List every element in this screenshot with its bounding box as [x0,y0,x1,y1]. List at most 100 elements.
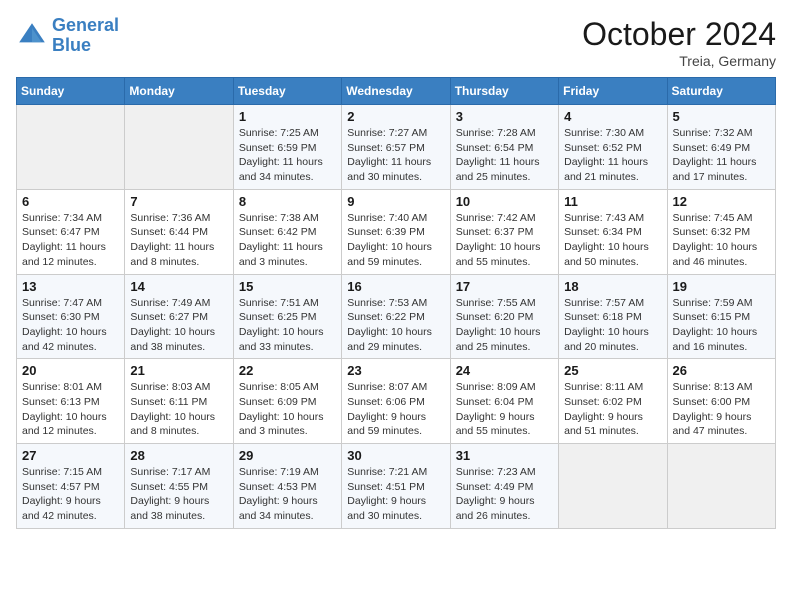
calendar-cell: 11Sunrise: 7:43 AM Sunset: 6:34 PM Dayli… [559,189,667,274]
day-info: Sunrise: 7:21 AM Sunset: 4:51 PM Dayligh… [347,465,444,524]
calendar-cell: 10Sunrise: 7:42 AM Sunset: 6:37 PM Dayli… [450,189,558,274]
calendar-cell: 19 Sunrise: 7:59 AM Sunset: 6:15 PM Dayli… [667,274,775,359]
calendar-cell: 14Sunrise: 7:49 AM Sunset: 6:27 PM Dayli… [125,274,233,359]
day-number: 3 [456,109,553,124]
calendar-cell: 28 Sunrise: 7:17 AM Sunset: 4:55 PM Dayli… [125,444,233,529]
calendar-cell: 22Sunrise: 8:05 AM Sunset: 6:09 PM Dayli… [233,359,341,444]
calendar-cell: 13 Sunrise: 7:47 AM Sunset: 6:30 PM Dayli… [17,274,125,359]
calendar-cell: 12 Sunrise: 7:45 AM Sunset: 6:32 PM Dayli… [667,189,775,274]
calendar-cell: 26Sunrise: 8:13 AM Sunset: 6:00 PM Dayli… [667,359,775,444]
day-info: Sunrise: 7:55 AM Sunset: 6:20 PM Dayligh… [456,296,553,355]
day-info: Sunrise: 8:03 AM Sunset: 6:11 PM Dayligh… [130,380,227,439]
day-number: 20 [22,363,119,378]
logo-icon [16,20,48,52]
day-info: Sunrise: 7:57 AM Sunset: 6:18 PM Dayligh… [564,296,661,355]
day-number: 25 [564,363,661,378]
day-number: 17 [456,279,553,294]
day-number: 27 [22,448,119,463]
day-info: Sunrise: 7:28 AM Sunset: 6:54 PM Dayligh… [456,126,553,185]
logo-text: General Blue [52,16,119,56]
day-info: Sunrise: 7:42 AM Sunset: 6:37 PM Dayligh… [456,211,553,270]
calendar-cell [17,105,125,190]
day-number: 19 [673,279,770,294]
day-header-friday: Friday [559,78,667,105]
calendar-cell [667,444,775,529]
day-info: Sunrise: 7:25 AM Sunset: 6:59 PM Dayligh… [239,126,336,185]
calendar-cell [559,444,667,529]
day-info: Sunrise: 7:51 AM Sunset: 6:25 PM Dayligh… [239,296,336,355]
day-info: Sunrise: 7:40 AM Sunset: 6:39 PM Dayligh… [347,211,444,270]
calendar-cell: 2 Sunrise: 7:27 AM Sunset: 6:57 PM Daylig… [342,105,450,190]
calendar-table: SundayMondayTuesdayWednesdayThursdayFrid… [16,77,776,529]
day-number: 26 [673,363,770,378]
day-number: 9 [347,194,444,209]
day-number: 30 [347,448,444,463]
week-row-2: 6 Sunrise: 7:34 AM Sunset: 6:47 PM Daylig… [17,189,776,274]
day-number: 15 [239,279,336,294]
day-header-sunday: Sunday [17,78,125,105]
day-number: 18 [564,279,661,294]
calendar-cell: 23Sunrise: 8:07 AM Sunset: 6:06 PM Dayli… [342,359,450,444]
day-info: Sunrise: 8:07 AM Sunset: 6:06 PM Dayligh… [347,380,444,439]
calendar-cell: 25 Sunrise: 8:11 AM Sunset: 6:02 PM Dayli… [559,359,667,444]
calendar-cell: 1 Sunrise: 7:25 AM Sunset: 6:59 PM Daylig… [233,105,341,190]
calendar-cell: 29 Sunrise: 7:19 AM Sunset: 4:53 PM Dayli… [233,444,341,529]
day-number: 4 [564,109,661,124]
day-number: 16 [347,279,444,294]
days-header-row: SundayMondayTuesdayWednesdayThursdayFrid… [17,78,776,105]
day-number: 1 [239,109,336,124]
calendar-cell: 5Sunrise: 7:32 AM Sunset: 6:49 PM Daylig… [667,105,775,190]
day-info: Sunrise: 7:23 AM Sunset: 4:49 PM Dayligh… [456,465,553,524]
day-header-tuesday: Tuesday [233,78,341,105]
calendar-cell: 31Sunrise: 7:23 AM Sunset: 4:49 PM Dayli… [450,444,558,529]
calendar-cell: 24 Sunrise: 8:09 AM Sunset: 6:04 PM Dayli… [450,359,558,444]
day-number: 24 [456,363,553,378]
day-info: Sunrise: 8:09 AM Sunset: 6:04 PM Dayligh… [456,380,553,439]
day-info: Sunrise: 7:59 AM Sunset: 6:15 PM Dayligh… [673,296,770,355]
day-number: 6 [22,194,119,209]
calendar-cell: 3 Sunrise: 7:28 AM Sunset: 6:54 PM Daylig… [450,105,558,190]
page-header: General Blue October 2024 Treia, Germany [16,16,776,69]
day-info: Sunrise: 7:45 AM Sunset: 6:32 PM Dayligh… [673,211,770,270]
calendar-cell: 7 Sunrise: 7:36 AM Sunset: 6:44 PM Daylig… [125,189,233,274]
day-info: Sunrise: 7:27 AM Sunset: 6:57 PM Dayligh… [347,126,444,185]
title-block: October 2024 Treia, Germany [582,16,776,69]
day-info: Sunrise: 7:30 AM Sunset: 6:52 PM Dayligh… [564,126,661,185]
day-number: 28 [130,448,227,463]
calendar-cell: 18 Sunrise: 7:57 AM Sunset: 6:18 PM Dayli… [559,274,667,359]
day-number: 2 [347,109,444,124]
day-number: 29 [239,448,336,463]
month-title: October 2024 [582,16,776,53]
logo: General Blue [16,16,119,56]
day-info: Sunrise: 7:47 AM Sunset: 6:30 PM Dayligh… [22,296,119,355]
day-info: Sunrise: 7:19 AM Sunset: 4:53 PM Dayligh… [239,465,336,524]
day-number: 7 [130,194,227,209]
day-number: 13 [22,279,119,294]
day-number: 11 [564,194,661,209]
week-row-4: 20 Sunrise: 8:01 AM Sunset: 6:13 PM Dayli… [17,359,776,444]
day-header-monday: Monday [125,78,233,105]
day-info: Sunrise: 7:36 AM Sunset: 6:44 PM Dayligh… [130,211,227,270]
calendar-cell: 8Sunrise: 7:38 AM Sunset: 6:42 PM Daylig… [233,189,341,274]
calendar-cell: 4 Sunrise: 7:30 AM Sunset: 6:52 PM Daylig… [559,105,667,190]
day-number: 8 [239,194,336,209]
week-row-5: 27 Sunrise: 7:15 AM Sunset: 4:57 PM Dayli… [17,444,776,529]
day-info: Sunrise: 7:49 AM Sunset: 6:27 PM Dayligh… [130,296,227,355]
logo-line2: Blue [52,35,91,55]
location-subtitle: Treia, Germany [582,53,776,69]
week-row-1: 1 Sunrise: 7:25 AM Sunset: 6:59 PM Daylig… [17,105,776,190]
day-number: 22 [239,363,336,378]
day-info: Sunrise: 7:17 AM Sunset: 4:55 PM Dayligh… [130,465,227,524]
calendar-cell: 20 Sunrise: 8:01 AM Sunset: 6:13 PM Dayli… [17,359,125,444]
calendar-cell: 21 Sunrise: 8:03 AM Sunset: 6:11 PM Dayli… [125,359,233,444]
day-number: 21 [130,363,227,378]
calendar-cell: 6 Sunrise: 7:34 AM Sunset: 6:47 PM Daylig… [17,189,125,274]
day-info: Sunrise: 7:34 AM Sunset: 6:47 PM Dayligh… [22,211,119,270]
day-info: Sunrise: 8:11 AM Sunset: 6:02 PM Dayligh… [564,380,661,439]
day-header-thursday: Thursday [450,78,558,105]
day-number: 12 [673,194,770,209]
logo-line1: General [52,15,119,35]
calendar-cell: 15 Sunrise: 7:51 AM Sunset: 6:25 PM Dayli… [233,274,341,359]
day-info: Sunrise: 8:01 AM Sunset: 6:13 PM Dayligh… [22,380,119,439]
day-info: Sunrise: 7:15 AM Sunset: 4:57 PM Dayligh… [22,465,119,524]
